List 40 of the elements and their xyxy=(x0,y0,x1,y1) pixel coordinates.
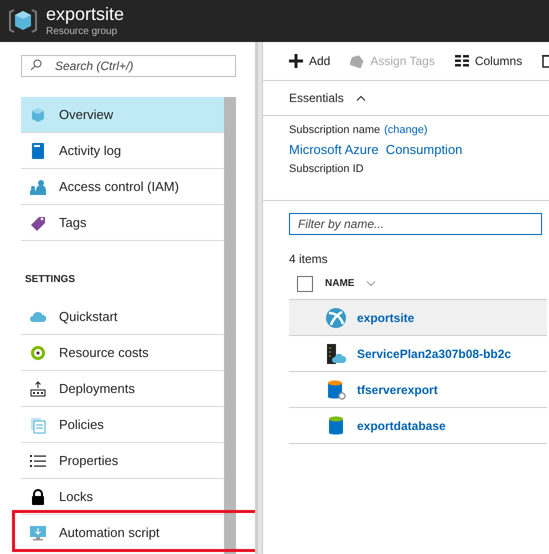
resource-link[interactable]: tfserverexport xyxy=(357,380,438,398)
chevron-up-icon xyxy=(356,95,366,101)
change-link[interactable]: (change) xyxy=(384,122,428,138)
globe-icon xyxy=(325,306,347,328)
cube-icon xyxy=(29,106,47,124)
field-label: Subscription ID xyxy=(289,162,365,177)
subscription-link[interactable]: Microsoft Azure Consumption xyxy=(289,140,549,159)
database-gear-icon xyxy=(325,378,347,400)
coin-icon xyxy=(29,344,47,362)
header-subtitle: Resource group xyxy=(46,27,118,37)
select-all-checkbox[interactable] xyxy=(297,276,313,292)
columns-icon xyxy=(454,55,469,67)
filter-field[interactable]: Filter by name... xyxy=(289,213,542,235)
essentials-toggle[interactable]: Essentials xyxy=(263,81,549,116)
section-heading: SETTINGS xyxy=(24,273,76,287)
resource-row[interactable]: exportsite xyxy=(289,300,547,336)
tag-icon xyxy=(350,54,364,68)
monitor-icon xyxy=(29,524,47,542)
chevron-down-icon xyxy=(366,280,376,286)
lock-icon xyxy=(29,488,47,506)
toolbar-button[interactable]: Columns xyxy=(454,52,522,70)
plus-icon xyxy=(289,54,303,68)
resource-link[interactable]: ServicePlan2a307b08-bb2c xyxy=(357,344,512,362)
resource-link[interactable]: exportsite xyxy=(357,308,414,326)
item-count: 4 items xyxy=(289,251,329,268)
resource-link[interactable]: exportdatabase xyxy=(357,416,446,434)
trash-icon[interactable] xyxy=(542,54,549,68)
header-title: exportsite xyxy=(46,5,124,23)
field-label: Subscription name xyxy=(289,123,380,138)
search-field[interactable]: Search (Ctrl+/) xyxy=(21,55,236,77)
search-icon xyxy=(30,59,42,71)
upload-icon xyxy=(29,380,47,398)
scrollbar[interactable] xyxy=(224,97,236,554)
column-header[interactable]: NAME xyxy=(325,276,376,291)
book-icon xyxy=(29,142,47,160)
menu-item[interactable]: Overview xyxy=(21,97,224,133)
toolbar-button[interactable]: Add xyxy=(289,52,330,70)
documents-icon xyxy=(29,416,47,434)
users-icon xyxy=(29,178,47,196)
server-cloud-icon xyxy=(325,342,347,364)
